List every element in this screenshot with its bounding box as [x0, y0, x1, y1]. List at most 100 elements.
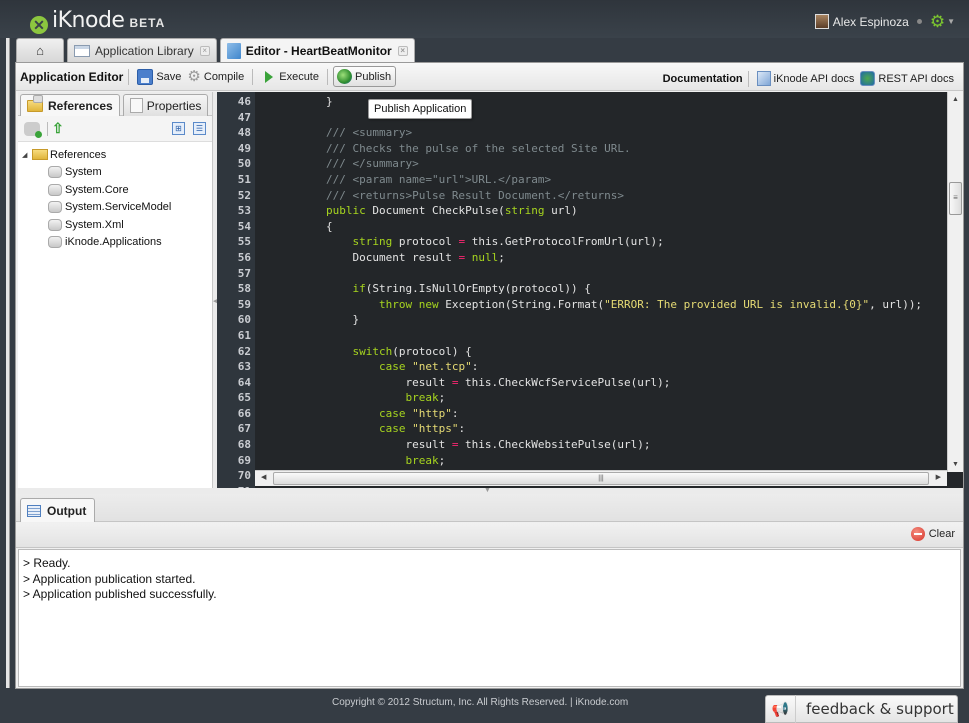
save-button[interactable]: Save — [134, 67, 184, 87]
tree-item[interactable]: System.Xml — [22, 216, 212, 234]
tree-item[interactable]: iKnode.Applications — [22, 234, 212, 252]
code-line[interactable]: 66 case "http": — [217, 406, 947, 422]
code-line[interactable]: 68 result = this.CheckWebsitePulse(url); — [217, 437, 947, 453]
scroll-down-arrow-icon[interactable]: ▼ — [952, 461, 959, 468]
tree-item[interactable]: System — [22, 164, 212, 182]
output-toolbar: Clear — [16, 523, 963, 548]
iknode-logo[interactable]: ✕ iKnode BETA — [30, 8, 165, 34]
code-line[interactable]: 61 — [217, 328, 947, 344]
user-name[interactable]: Alex Espinoza — [833, 15, 909, 29]
code-token-txt: (protocol) { — [392, 344, 472, 358]
assembly-icon — [48, 183, 62, 196]
line-number: 62 — [237, 344, 251, 358]
vertical-scroll-thumb[interactable]: ≡ — [949, 182, 962, 215]
add-reference-icon[interactable] — [24, 121, 42, 138]
scroll-right-arrow-icon[interactable]: ▶ — [936, 473, 941, 481]
code-text: string protocol = this.GetProtocolFromUr… — [251, 234, 663, 250]
rest-api-docs-link[interactable]: REST API docs — [857, 69, 957, 88]
line-number: 68 — [237, 438, 251, 452]
documentation-links: Documentation iKnode API docs REST API d… — [663, 69, 957, 88]
code-text: } — [251, 94, 333, 110]
code-line[interactable]: 64 result = this.CheckWcfServicePulse(ur… — [217, 375, 947, 391]
tree-item[interactable]: System.Core — [22, 181, 212, 199]
code-line[interactable]: 65 break; — [217, 390, 947, 406]
code-token-kw: break — [405, 391, 439, 405]
line-number: 54 — [237, 219, 251, 233]
code-editor[interactable]: 46 } 47 48 /// <summary> 49 /// Checks the … — [217, 92, 963, 488]
code-token-com: /// </summary> — [325, 157, 419, 171]
assembly-icon — [48, 236, 62, 249]
code-line[interactable]: 50 /// </summary> — [217, 156, 947, 172]
close-icon[interactable]: × — [199, 45, 210, 56]
code-line[interactable]: 57 — [217, 266, 947, 282]
code-line[interactable]: 59 throw new Exception(String.Format("ER… — [217, 297, 947, 313]
tree-item-label: System.Core — [65, 183, 129, 196]
tree-item[interactable]: System.ServiceModel — [22, 199, 212, 217]
list-view-icon[interactable]: ☰ — [193, 122, 206, 135]
code-line[interactable]: 54 { — [217, 219, 947, 235]
iknode-api-docs-link[interactable]: iKnode API docs — [754, 69, 858, 88]
code-text: throw new Exception(String.Format("ERROR… — [251, 297, 922, 313]
code-line[interactable]: 56 Document result = null; — [217, 250, 947, 266]
scroll-up-arrow-icon[interactable]: ▲ — [952, 96, 959, 103]
tab-output[interactable]: Output — [20, 498, 96, 522]
user-menu: Alex Espinoza ⚙ ▼ — [814, 13, 955, 30]
tree-item-label: iKnode.Applications — [65, 236, 162, 249]
code-line[interactable]: 69 break; — [217, 453, 947, 469]
clear-button[interactable]: Clear — [910, 527, 955, 541]
scroll-left-arrow-icon[interactable]: ◀ — [261, 473, 266, 481]
execute-button[interactable]: Execute — [258, 69, 322, 85]
gear-icon[interactable]: ⚙ — [930, 13, 945, 30]
horizontal-scroll-thumb[interactable]: ||| — [273, 472, 929, 485]
arrow-up-icon[interactable]: ⇧ — [52, 120, 64, 137]
code-line[interactable]: 49 /// Checks the pulse of the selected … — [217, 141, 947, 157]
avatar[interactable] — [814, 14, 829, 29]
left-collapse-rail[interactable] — [6, 38, 10, 688]
output-line: > Application published successfully. — [23, 587, 217, 601]
code-token-txt: : — [451, 406, 459, 420]
line-number: 49 — [237, 141, 251, 155]
output-line: > Application publication started. — [23, 571, 196, 586]
code-line[interactable]: 55 string protocol = this.GetProtocolFro… — [217, 234, 947, 250]
expand-all-icon[interactable]: ⊞ — [172, 122, 185, 135]
code-line[interactable]: 58 if(String.IsNullOrEmpty(protocol)) { — [217, 281, 947, 297]
collapse-down-icon[interactable]: ▼ — [484, 487, 491, 494]
tab-editor[interactable]: Editor - HeartBeatMonitor × — [219, 38, 415, 63]
code-line[interactable]: 52 /// <returns>Pulse Result Document.</… — [217, 188, 947, 204]
feedback-support-button[interactable]: 📢 feedback & support — [765, 695, 958, 723]
code-line[interactable]: 53 public Document CheckPulse(string url… — [217, 203, 947, 219]
code-line[interactable]: 63 case "net.tcp": — [217, 359, 947, 375]
line-number: 67 — [237, 422, 251, 436]
publish-button[interactable]: Publish — [332, 66, 397, 87]
code-text: /// <summary> — [251, 125, 412, 141]
code-line[interactable]: 60 } — [217, 312, 947, 328]
code-line[interactable]: 47 — [217, 110, 947, 126]
expand-triangle-icon[interactable]: ◢ — [22, 151, 32, 159]
code-line[interactable]: 51 /// <param name="url">URL.</param> — [217, 172, 947, 188]
code-line[interactable]: 46 } — [217, 94, 947, 110]
line-number: 69 — [237, 453, 251, 467]
code-line[interactable]: 48 /// <summary> — [217, 125, 947, 141]
code-token-txt: , url)); — [869, 297, 923, 311]
code-line[interactable]: 67 case "https": — [217, 421, 947, 437]
code-line[interactable]: 62 switch(protocol) { — [217, 344, 947, 360]
horizontal-scrollbar[interactable]: ◀ ||| ▶ — [255, 470, 947, 486]
line-number: 64 — [237, 375, 251, 389]
tab-references[interactable]: References — [20, 94, 120, 116]
close-icon[interactable]: × — [397, 46, 408, 56]
tab-home[interactable]: ⌂ — [16, 38, 64, 62]
tree-root[interactable]: ◢ References — [22, 146, 212, 164]
compile-button[interactable]: ⚙ Compile — [184, 68, 247, 86]
tree-item-label: System.Xml — [65, 218, 124, 231]
vertical-scrollbar[interactable]: ▲ ≡ ▼ — [947, 92, 963, 472]
toolbar-divider — [326, 68, 328, 85]
tab-properties[interactable]: Properties — [122, 94, 209, 116]
code-token-kw: new — [418, 297, 439, 311]
chevron-down-icon[interactable]: ▼ — [947, 17, 955, 26]
tab-application-library[interactable]: Application Library × — [67, 38, 217, 62]
play-icon — [265, 70, 274, 83]
code-token-txt: Exception(String.Format( — [438, 297, 605, 311]
code-text: if(String.IsNullOrEmpty(protocol)) { — [251, 281, 590, 297]
